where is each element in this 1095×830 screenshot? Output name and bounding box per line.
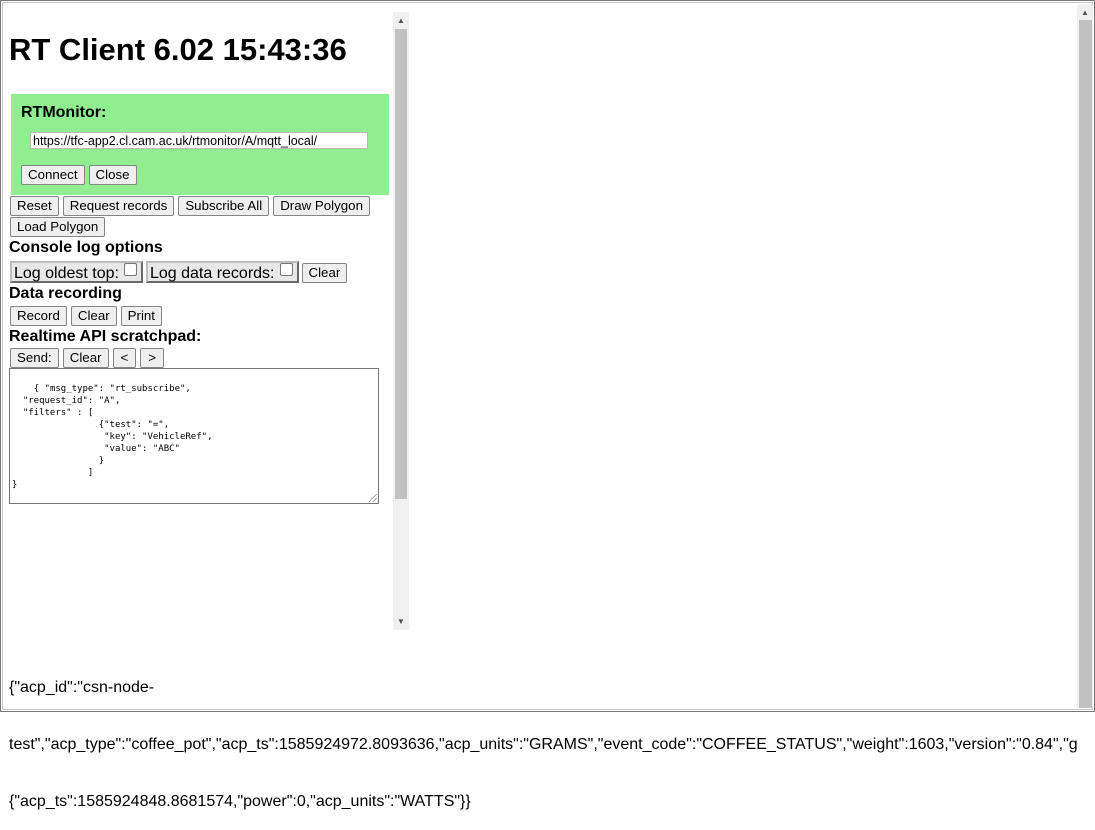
- reset-button[interactable]: Reset: [10, 196, 59, 216]
- scratchpad-heading: Realtime API scratchpad:: [9, 328, 202, 345]
- toolbar-row-2: Load Polygon: [10, 217, 109, 237]
- scratchpad-textarea[interactable]: { "msg_type": "rt_subscribe", "request_i…: [9, 368, 379, 504]
- toolbar-row-1: Reset Request records Subscribe All Draw Po…: [10, 196, 374, 216]
- panel-scrollbar-thumb[interactable]: [395, 29, 407, 499]
- page-title: RT Client 6.02 15:43:36: [9, 32, 347, 67]
- log-oldest-top-toggle[interactable]: Log oldest top:: [10, 261, 143, 283]
- scratchpad-content: { "msg_type": "rt_subscribe", "request_i…: [12, 384, 213, 490]
- request-records-button[interactable]: Request records: [62, 196, 175, 216]
- control-panel: RT Client 6.02 15:43:36 RTMonitor: Conne…: [8, 12, 392, 630]
- load-polygon-button[interactable]: Load Polygon: [10, 217, 106, 237]
- connect-button[interactable]: Connect: [21, 165, 85, 185]
- log-output: {"acp_id":"csn-node- test","acp_type":"c…: [9, 640, 1077, 830]
- console-log-options: Log oldest top: Log data records: Clear: [10, 261, 351, 283]
- log-oldest-top-checkbox[interactable]: [123, 263, 137, 276]
- triangle-up-icon[interactable]: ▲: [393, 16, 409, 26]
- data-recording-buttons: Record Clear Print: [10, 306, 166, 326]
- log-line: test","acp_type":"coffee_pot","acp_ts":1…: [9, 736, 1077, 753]
- draw-polygon-button[interactable]: Draw Polygon: [273, 196, 370, 216]
- resize-grip-icon[interactable]: [369, 494, 377, 502]
- scratchpad-clear-button[interactable]: Clear: [62, 348, 109, 368]
- log-data-records-checkbox[interactable]: [279, 263, 293, 276]
- rtmonitor-box: RTMonitor: ConnectClose: [11, 94, 389, 195]
- previous-button[interactable]: <: [112, 348, 137, 368]
- data-recording-heading: Data recording: [9, 285, 122, 302]
- log-line: {"acp_id":"csn-node-: [9, 679, 155, 696]
- scratchpad-buttons: Send: Clear < >: [10, 348, 168, 368]
- recording-clear-button[interactable]: Clear: [70, 306, 117, 326]
- log-oldest-top-label: Log oldest top:: [14, 265, 119, 282]
- page-scrollbar[interactable]: ▲: [1077, 4, 1093, 708]
- log-line: {"acp_ts":1585924848.8681574,"power":0,"…: [9, 793, 471, 810]
- send-button[interactable]: Send:: [10, 348, 59, 368]
- rtmonitor-label: RTMonitor:: [21, 104, 107, 121]
- subscribe-all-button[interactable]: Subscribe All: [178, 196, 270, 216]
- page-scrollbar-thumb[interactable]: [1079, 20, 1092, 708]
- close-button[interactable]: Close: [88, 165, 137, 185]
- console-log-heading: Console log options: [9, 239, 163, 256]
- rtmonitor-url-input[interactable]: [30, 132, 368, 149]
- print-button[interactable]: Print: [120, 306, 162, 326]
- log-data-records-label: Log data records:: [149, 265, 275, 282]
- triangle-down-icon[interactable]: ▼: [393, 617, 409, 627]
- console-clear-button[interactable]: Clear: [301, 263, 348, 283]
- triangle-up-icon[interactable]: ▲: [1077, 8, 1093, 18]
- record-button[interactable]: Record: [10, 306, 67, 326]
- next-button[interactable]: >: [140, 348, 165, 368]
- log-data-records-toggle[interactable]: Log data records:: [145, 261, 299, 283]
- rtmonitor-buttons: Connect Close: [21, 165, 141, 185]
- panel-scrollbar[interactable]: ▲ ▼: [393, 12, 409, 630]
